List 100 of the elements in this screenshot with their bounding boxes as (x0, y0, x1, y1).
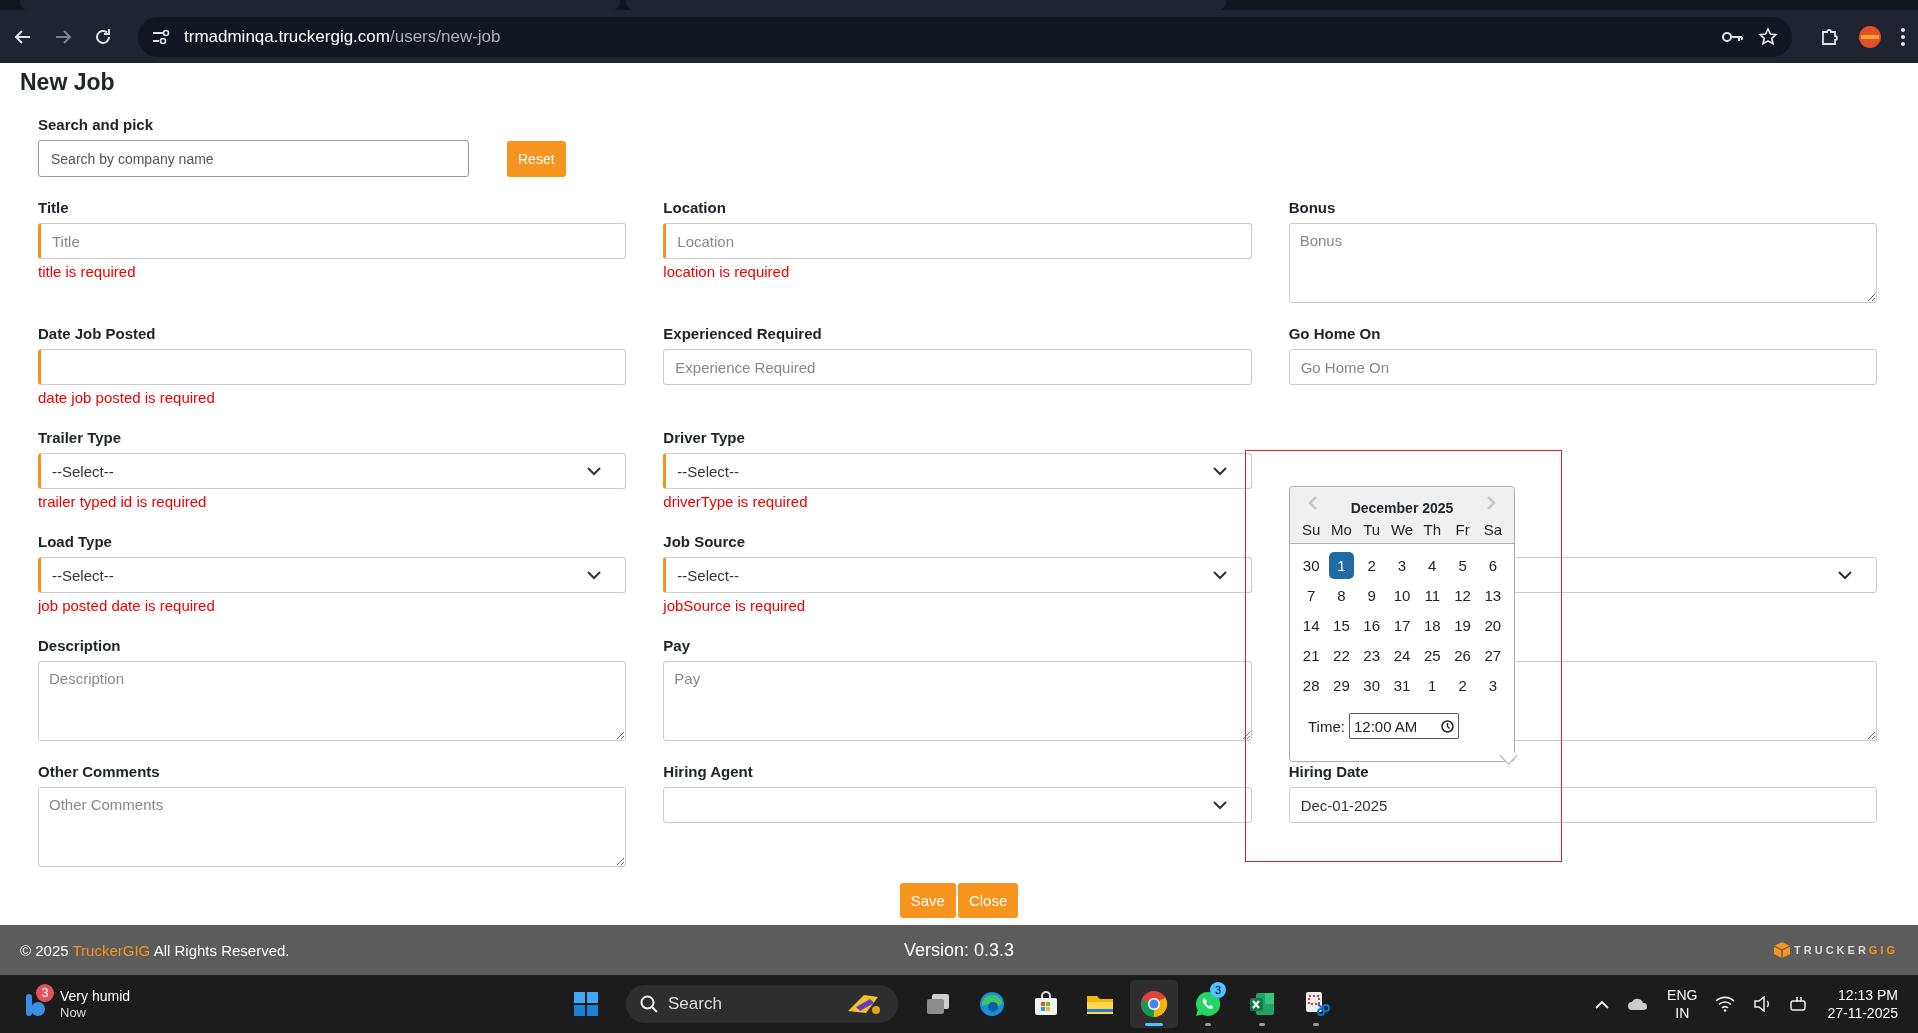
calendar-day[interactable]: 21 (1299, 642, 1324, 669)
field-label: Title (38, 198, 70, 217)
chevron-up-icon[interactable] (1595, 999, 1610, 1009)
notification-badge: 3 (1210, 982, 1226, 998)
calendar-day[interactable]: 1 (1420, 672, 1445, 699)
field-label: Location (663, 198, 727, 217)
key-icon[interactable] (1722, 29, 1744, 44)
calendar-day[interactable]: 13 (1480, 582, 1505, 609)
text-area[interactable]: Other Comments (38, 787, 627, 867)
calendar-day[interactable]: 7 (1299, 582, 1324, 609)
chevron-down-icon (587, 466, 602, 476)
calendar-day[interactable]: 30 (1299, 552, 1324, 579)
calendar-day[interactable]: 28 (1299, 672, 1324, 699)
speaker-icon[interactable] (1753, 996, 1772, 1012)
chrome-icon[interactable] (1140, 990, 1168, 1018)
text-area[interactable]: Bonus (1288, 223, 1877, 303)
chevron-down-icon (1838, 570, 1852, 580)
field-label: Job Source (663, 532, 746, 551)
address-bar[interactable]: trmadminqa.truckergig.com/users/new-job (138, 16, 1792, 57)
text-area[interactable]: Pay (663, 661, 1252, 741)
box-logo-icon (1773, 941, 1792, 959)
calendar-day[interactable]: 22 (1329, 642, 1354, 669)
calendar-day[interactable]: 12 (1450, 582, 1475, 609)
search-field[interactable]: Search by company name (38, 140, 469, 177)
profile-avatar-icon[interactable] (1858, 24, 1882, 49)
calendar-day[interactable]: 23 (1359, 642, 1384, 669)
calendar-day[interactable]: 31 (1389, 672, 1415, 699)
calendar-day[interactable]: 26 (1450, 642, 1475, 669)
calendar-day[interactable]: 27 (1480, 642, 1505, 669)
calendar-day[interactable]: 11 (1420, 582, 1445, 609)
text-field[interactable] (38, 349, 627, 385)
calendar-day[interactable]: 6 (1480, 552, 1505, 579)
calendar-day[interactable]: 25 (1420, 642, 1445, 669)
weekday-label: Mo (1330, 521, 1353, 538)
field-label: Date Job Posted (38, 324, 157, 343)
calendar-day[interactable]: 1 (1329, 552, 1354, 579)
text-field[interactable]: Go Home On (1288, 349, 1877, 385)
language-text[interactable]: ENG (1667, 986, 1698, 1004)
time-field[interactable]: 12:00 AM (1348, 713, 1459, 739)
select-field[interactable]: --Select-- (38, 453, 627, 489)
text-field[interactable]: Location (663, 223, 1252, 259)
clock-date[interactable]: 27-11-2025 (1827, 1004, 1898, 1022)
weekday-label: Su (1300, 521, 1322, 538)
select-field[interactable]: --Select-- (663, 557, 1252, 593)
windows-stack-icon[interactable] (925, 992, 951, 1016)
puzzle-icon[interactable] (1820, 26, 1840, 47)
shopping-bag-icon[interactable] (1033, 991, 1059, 1017)
calendar-day[interactable]: 14 (1299, 612, 1324, 639)
calendar-day[interactable]: 16 (1359, 612, 1384, 639)
calendar-day[interactable]: 5 (1450, 552, 1475, 579)
calendar-day[interactable]: 19 (1450, 612, 1475, 639)
error-message: title is required (38, 263, 137, 281)
calendar-day[interactable]: 30 (1359, 672, 1384, 699)
select-field[interactable]: --Select-- (663, 453, 1252, 489)
calendar-day[interactable]: 3 (1389, 552, 1415, 579)
calendar-day[interactable]: 2 (1359, 552, 1384, 579)
select-field[interactable] (663, 787, 1252, 823)
calendar-day[interactable]: 24 (1389, 642, 1415, 669)
clock-icon (1440, 719, 1454, 733)
text-field[interactable]: Title (38, 223, 627, 259)
calendar-day[interactable]: 2 (1450, 672, 1475, 699)
browser-swirl-icon[interactable] (978, 990, 1006, 1018)
chevron-down-icon (1212, 466, 1227, 476)
field-label: Experienced Required (663, 324, 823, 343)
calendar-day[interactable]: 20 (1480, 612, 1505, 639)
wifi-icon[interactable] (1715, 996, 1736, 1012)
calendar-day[interactable]: 15 (1329, 612, 1354, 639)
calendar-day[interactable]: 3 (1480, 672, 1505, 699)
error-message: trailer typed id is required (38, 493, 208, 511)
menu-icon[interactable] (1900, 26, 1906, 47)
copyright-text: © 2025 TruckerGIG All Rights Reserved. (20, 941, 291, 959)
page-title: New Job (19, 68, 116, 95)
cloud-icon[interactable] (1627, 997, 1650, 1011)
calendar-day[interactable]: 9 (1359, 582, 1384, 609)
spreadsheet-icon[interactable] (1248, 990, 1276, 1018)
calendar-day[interactable]: 17 (1389, 612, 1415, 639)
text-field[interactable]: Dec-01-2025 (1288, 787, 1877, 823)
clock-time[interactable]: 12:13 PM (1827, 986, 1898, 1004)
time-label: Time: (1308, 717, 1345, 735)
calendar-day[interactable]: 29 (1329, 672, 1354, 699)
error-message: jobSource is required (663, 597, 807, 615)
weather-time: Now (60, 1005, 87, 1020)
calendar-day[interactable]: 8 (1329, 582, 1354, 609)
calendar-day[interactable]: 4 (1420, 552, 1445, 579)
logo-text: TRUCKER GIG (1794, 944, 1898, 956)
field-label: Trailer Type (38, 428, 123, 447)
text-area[interactable]: Description (38, 661, 627, 741)
calendar-day[interactable]: 10 (1389, 582, 1415, 609)
field-label: Other Comments (38, 762, 161, 781)
site-settings-icon[interactable] (152, 28, 170, 45)
taskbar-search[interactable]: Search (626, 985, 898, 1023)
region-text[interactable]: IN (1667, 1004, 1698, 1022)
field-label: Hiring Agent (663, 762, 754, 781)
star-icon[interactable] (1758, 26, 1778, 47)
error-message: job posted date is required (38, 597, 216, 615)
select-field[interactable]: --Select-- (38, 557, 627, 593)
text-field[interactable]: Experience Required (663, 349, 1252, 385)
weekday-label: We (1389, 521, 1415, 538)
start-icon[interactable] (573, 991, 599, 1017)
calendar-day[interactable]: 18 (1420, 612, 1445, 639)
